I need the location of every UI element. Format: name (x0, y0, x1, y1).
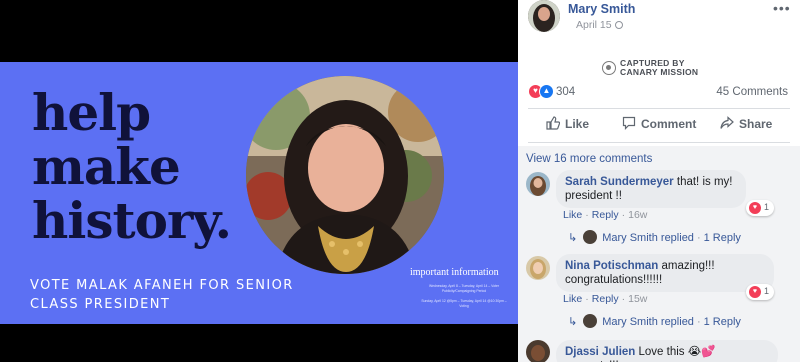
comment-time[interactable]: 15w (628, 293, 647, 305)
divider (528, 142, 790, 143)
commenter-name[interactable]: Djassi Julien (565, 346, 635, 358)
post-panel: Mary Smith April 15 ••• CAPTURED BY CANA… (518, 0, 800, 362)
important-information-details: Wednesday, April 8 – Tuesday, April 14 –… (418, 284, 510, 309)
like-reaction-icon: ▲ (539, 84, 554, 99)
author-avatar[interactable] (528, 0, 560, 32)
watermark-logo-icon (602, 61, 616, 75)
thumbs-up-icon (546, 116, 560, 130)
headline-line: history. (32, 191, 232, 250)
reply-count[interactable]: 1 Reply (704, 232, 741, 244)
comment-like-link[interactable]: Like (563, 209, 582, 221)
comments-count[interactable]: 45 Comments (716, 86, 788, 98)
more-dots-icon[interactable]: ••• (773, 0, 791, 16)
reaction-count[interactable]: 304 (556, 86, 575, 98)
replies-link[interactable]: ↳ Mary Smith replied · 1 Reply (568, 230, 741, 244)
headline-line: make (32, 137, 181, 196)
replier-name[interactable]: Mary Smith (602, 232, 658, 244)
candidate-portrait (246, 76, 444, 274)
comment-bubble: Sarah Sundermeyer that! is my! president… (556, 170, 746, 208)
comment-reaction-count: 1 (764, 202, 770, 212)
share-button[interactable]: Share (720, 116, 772, 131)
post-date[interactable]: April 15 (576, 19, 623, 31)
watermark-line: CANARY MISSION (620, 67, 699, 77)
poster-vote-text: VOTE MALAK AFANEH FOR SENIOR CLASS PRESI… (30, 276, 294, 314)
reply-count[interactable]: 1 Reply (704, 316, 741, 328)
replier-name[interactable]: Mary Smith (602, 316, 658, 328)
reply-avatar (583, 230, 598, 244)
commenter-name[interactable]: Sarah Sundermeyer (565, 176, 674, 188)
comment-icon (622, 116, 636, 130)
comment-bubble: Nina Potischman amazing!!! congratulatio… (556, 254, 774, 292)
poster-headline: help make history. (32, 83, 232, 250)
comment-reaction-badge[interactable]: ♥ 1 (746, 200, 774, 216)
comment-button[interactable]: Comment (622, 116, 696, 131)
replied-label[interactable]: replied (661, 232, 694, 244)
comment-reaction-count: 1 (764, 286, 770, 296)
comment-bubble: Djassi Julien Love this 😭💕 congrats!!! (556, 340, 778, 362)
divider (528, 108, 790, 109)
comment-like-link[interactable]: Like (563, 293, 582, 305)
commenter-avatar[interactable] (526, 256, 550, 280)
comment-reply-link[interactable]: Reply (592, 209, 619, 221)
post-actions: Like Comment Share (518, 114, 800, 138)
comment-meta: Like · Reply · 15w (563, 293, 648, 305)
reply-arrow-icon: ↳ (568, 232, 578, 244)
commenter-avatar[interactable] (526, 172, 550, 196)
heart-icon: ♥ (749, 202, 761, 214)
globe-icon (614, 21, 623, 29)
canary-mission-watermark: CAPTURED BY CANARY MISSION (602, 58, 722, 80)
share-label[interactable]: Share (739, 117, 772, 131)
post-date-text[interactable]: April 15 (576, 19, 612, 31)
like-label[interactable]: Like (565, 117, 589, 131)
replies-link[interactable]: ↳ Mary Smith replied · 1 Reply (568, 314, 741, 328)
vote-line: VOTE MALAK AFANEH FOR SENIOR (30, 278, 294, 293)
replied-label[interactable]: replied (661, 316, 694, 328)
important-information-title: important information (410, 267, 499, 278)
comment-time[interactable]: 16w (628, 209, 647, 221)
heart-icon: ♥ (749, 286, 761, 298)
commenter-avatar[interactable] (526, 340, 550, 362)
vote-line: CLASS PRESIDENT (30, 297, 171, 312)
info-line: Voting (459, 304, 469, 308)
photo-viewer[interactable]: help make history. VOTE MALAK AFANEH FOR… (0, 0, 518, 362)
comment-meta: Like · Reply · 16w (563, 209, 648, 221)
reply-avatar (583, 314, 598, 328)
comment-label[interactable]: Comment (641, 117, 696, 131)
headline-line: help (32, 83, 151, 142)
commenter-name[interactable]: Nina Potischman (565, 260, 658, 272)
share-icon (720, 116, 734, 129)
comment-reaction-badge[interactable]: ♥ 1 (746, 284, 774, 300)
comment-reply-link[interactable]: Reply (592, 293, 619, 305)
campaign-poster: help make history. VOTE MALAK AFANEH FOR… (0, 62, 518, 324)
post-author-name[interactable]: Mary Smith (568, 2, 635, 16)
reply-arrow-icon: ↳ (568, 316, 578, 328)
view-more-comments-link[interactable]: View 16 more comments (526, 153, 652, 165)
like-button[interactable]: Like (546, 116, 589, 131)
